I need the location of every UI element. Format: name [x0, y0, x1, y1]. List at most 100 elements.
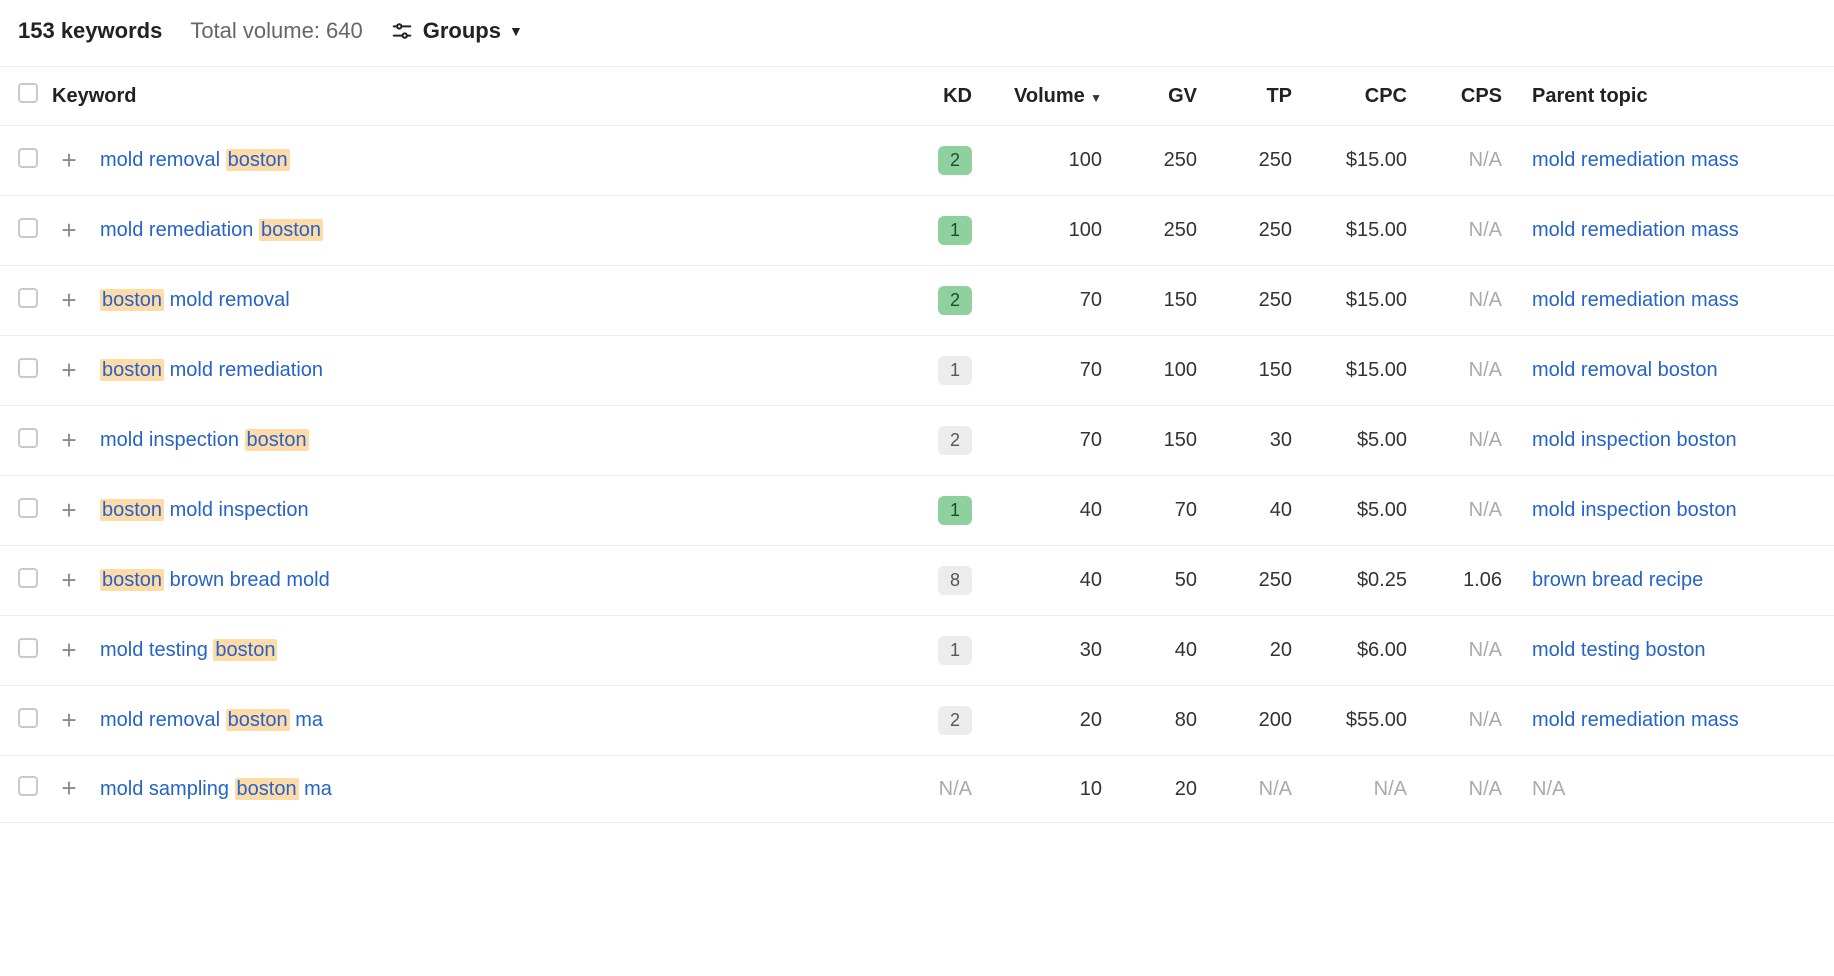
keyword-link[interactable]: mold remediation boston: [100, 219, 323, 241]
cpc-value: $5.00: [1357, 499, 1407, 521]
gv-value: 250: [1164, 149, 1197, 171]
expand-icon[interactable]: +: [58, 147, 80, 173]
row-checkbox[interactable]: [18, 358, 38, 378]
gv-value: 20: [1175, 778, 1197, 800]
row-checkbox[interactable]: [18, 568, 38, 588]
highlight: boston: [226, 709, 290, 731]
parent-topic-link[interactable]: mold remediation mass: [1532, 149, 1739, 171]
expand-icon[interactable]: +: [58, 427, 80, 453]
keyword-link[interactable]: boston mold removal: [100, 289, 290, 311]
row-checkbox[interactable]: [18, 498, 38, 518]
keyword-link[interactable]: mold inspection boston: [100, 429, 309, 451]
tp-value: 150: [1259, 359, 1292, 381]
keyword-link[interactable]: mold removal boston ma: [100, 709, 323, 731]
kd-badge: 8: [938, 566, 972, 595]
col-parent-topic[interactable]: Parent topic: [1514, 67, 1834, 126]
row-checkbox[interactable]: [18, 638, 38, 658]
col-volume[interactable]: Volume ▼: [984, 67, 1114, 126]
row-checkbox[interactable]: [18, 288, 38, 308]
cps-value: 1.06: [1463, 569, 1502, 591]
cps-value: N/A: [1469, 219, 1502, 241]
select-all-checkbox[interactable]: [18, 83, 38, 103]
expand-icon[interactable]: +: [58, 497, 80, 523]
volume-value: 40: [1080, 569, 1102, 591]
expand-icon[interactable]: +: [58, 775, 80, 801]
volume-value: 100: [1069, 219, 1102, 241]
cps-value: N/A: [1469, 289, 1502, 311]
kd-value: N/A: [939, 778, 972, 800]
tp-value: N/A: [1259, 778, 1292, 800]
gv-value: 150: [1164, 429, 1197, 451]
chevron-down-icon: ▼: [509, 23, 523, 39]
cpc-value: $55.00: [1346, 709, 1407, 731]
cpc-value: $0.25: [1357, 569, 1407, 591]
gv-value: 50: [1175, 569, 1197, 591]
table-header-row: Keyword KD Volume ▼ GV TP CPC CPS Parent…: [0, 67, 1834, 126]
expand-icon[interactable]: +: [58, 707, 80, 733]
tp-value: 20: [1270, 639, 1292, 661]
volume-value: 20: [1080, 709, 1102, 731]
cps-value: N/A: [1469, 639, 1502, 661]
gv-value: 70: [1175, 499, 1197, 521]
tp-value: 250: [1259, 289, 1292, 311]
keyword-link[interactable]: mold sampling boston ma: [100, 778, 332, 800]
parent-topic-link[interactable]: mold remediation mass: [1532, 289, 1739, 311]
cpc-value: $6.00: [1357, 639, 1407, 661]
keyword-link[interactable]: boston brown bread mold: [100, 569, 330, 591]
parent-topic-link[interactable]: mold remediation mass: [1532, 709, 1739, 731]
kd-badge: 1: [938, 496, 972, 525]
col-kd[interactable]: KD: [904, 67, 984, 126]
table-row: +boston brown bread mold84050250$0.251.0…: [0, 546, 1834, 616]
col-gv[interactable]: GV: [1114, 67, 1209, 126]
sliders-icon: [391, 20, 413, 42]
kd-badge: 1: [938, 356, 972, 385]
cps-value: N/A: [1469, 709, 1502, 731]
table-row: +boston mold inspection1407040$5.00N/Amo…: [0, 476, 1834, 546]
gv-value: 250: [1164, 219, 1197, 241]
parent-topic-link[interactable]: mold removal boston: [1532, 359, 1718, 381]
row-checkbox[interactable]: [18, 708, 38, 728]
summary-bar: 153 keywords Total volume: 640 Groups ▼: [0, 0, 1834, 66]
kd-badge: 1: [938, 216, 972, 245]
keyword-link[interactable]: boston mold remediation: [100, 359, 323, 381]
expand-icon[interactable]: +: [58, 637, 80, 663]
cpc-value: $15.00: [1346, 289, 1407, 311]
col-cps[interactable]: CPS: [1419, 67, 1514, 126]
highlight: boston: [226, 149, 290, 171]
parent-topic-link[interactable]: mold testing boston: [1532, 639, 1705, 661]
keyword-link[interactable]: mold removal boston: [100, 149, 290, 171]
tp-value: 40: [1270, 499, 1292, 521]
row-checkbox[interactable]: [18, 776, 38, 796]
parent-topic-link[interactable]: mold remediation mass: [1532, 219, 1739, 241]
kd-badge: 2: [938, 146, 972, 175]
parent-topic-value: N/A: [1532, 778, 1565, 800]
keyword-link[interactable]: mold testing boston: [100, 639, 277, 661]
expand-icon[interactable]: +: [58, 217, 80, 243]
parent-topic-link[interactable]: brown bread recipe: [1532, 569, 1703, 591]
highlight: boston: [213, 639, 277, 661]
highlight: boston: [245, 429, 309, 451]
table-row: +boston mold remediation170100150$15.00N…: [0, 336, 1834, 406]
expand-icon[interactable]: +: [58, 567, 80, 593]
groups-dropdown[interactable]: Groups ▼: [391, 18, 523, 44]
row-checkbox[interactable]: [18, 148, 38, 168]
highlight: boston: [235, 778, 299, 800]
kd-badge: 2: [938, 286, 972, 315]
row-checkbox[interactable]: [18, 218, 38, 238]
tp-value: 250: [1259, 219, 1292, 241]
volume-value: 10: [1080, 778, 1102, 800]
row-checkbox[interactable]: [18, 428, 38, 448]
tp-value: 30: [1270, 429, 1292, 451]
expand-icon[interactable]: +: [58, 287, 80, 313]
col-tp[interactable]: TP: [1209, 67, 1304, 126]
highlight: boston: [100, 359, 164, 381]
parent-topic-link[interactable]: mold inspection boston: [1532, 499, 1737, 521]
highlight: boston: [100, 289, 164, 311]
parent-topic-link[interactable]: mold inspection boston: [1532, 429, 1737, 451]
col-cpc[interactable]: CPC: [1304, 67, 1419, 126]
expand-icon[interactable]: +: [58, 357, 80, 383]
cps-value: N/A: [1469, 359, 1502, 381]
keyword-link[interactable]: boston mold inspection: [100, 499, 309, 521]
gv-value: 40: [1175, 639, 1197, 661]
col-keyword[interactable]: Keyword: [50, 67, 904, 126]
